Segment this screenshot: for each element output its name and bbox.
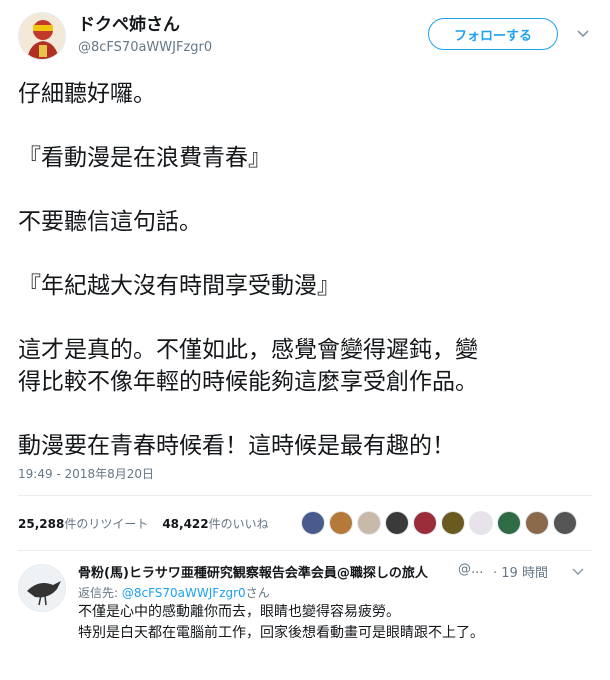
follow-button[interactable]: フォローする bbox=[428, 18, 558, 50]
chevron-down-icon[interactable] bbox=[574, 24, 592, 42]
liker-avatar[interactable] bbox=[552, 511, 577, 535]
tweet-paragraph: 動漫要在青春時候看！這時候是最有趣的！ bbox=[18, 433, 455, 459]
liker-avatar[interactable] bbox=[356, 511, 381, 535]
divider bbox=[18, 495, 592, 496]
liker-avatar[interactable] bbox=[300, 511, 325, 535]
reply-line: 不僅是心中的感動離你而去，眼睛也變得容易疲勞。 bbox=[78, 604, 400, 620]
liker-avatar[interactable] bbox=[468, 511, 493, 535]
liker-avatar[interactable] bbox=[412, 511, 437, 535]
reply-display-name[interactable]: 骨粉(馬)ヒラサワ亜種研究観察報告会準会員@職探しの旅人 bbox=[78, 562, 428, 581]
author-display-name[interactable]: ドクペ姉さん bbox=[78, 15, 212, 35]
reply-handle[interactable]: @... bbox=[458, 562, 483, 577]
author-names: ドクペ姉さん @8cFS70aWWJFzgr0 bbox=[78, 15, 212, 58]
like-stat[interactable]: 48,422件のいいね bbox=[162, 515, 268, 532]
author-handle[interactable]: @8cFS70aWWJFzgr0 bbox=[78, 38, 212, 58]
author-avatar[interactable] bbox=[18, 12, 66, 60]
reply-to-line: 返信先: @8cFS70aWWJFzgr0さん bbox=[78, 584, 270, 601]
tweet-text: 仔細聽好囉。 『看動漫是在浪費青春』 不要聽信這句話。 『年紀越大沒有時間享受動… bbox=[18, 78, 592, 462]
liker-avatar[interactable] bbox=[496, 511, 521, 535]
tweet-stats: 25,288件のリツイート 48,422件のいいね bbox=[18, 503, 592, 543]
reply-text: 不僅是心中的感動離你而去，眼睛也變得容易疲勞。 特別是白天都在電腦前工作，回家後… bbox=[78, 602, 592, 644]
liker-avatar[interactable] bbox=[328, 511, 353, 535]
like-label: 件のいいね bbox=[208, 516, 269, 531]
liker-avatars bbox=[300, 511, 581, 535]
reply-tweet[interactable]: 骨粉(馬)ヒラサワ亜種研究観察報告会準会員@職探しの旅人 @... · 19 時… bbox=[18, 558, 592, 658]
liker-avatar[interactable] bbox=[384, 511, 409, 535]
tweet-paragraph: 不要聽信這句話。 bbox=[18, 209, 202, 235]
tweet-header: ドクペ姉さん @8cFS70aWWJFzgr0 フォローする bbox=[18, 12, 592, 62]
liker-avatar[interactable] bbox=[524, 511, 549, 535]
reply-to-mention[interactable]: @8cFS70aWWJFzgr0 bbox=[122, 586, 246, 600]
liker-avatar[interactable] bbox=[440, 511, 465, 535]
reply-to-label: 返信先: bbox=[78, 586, 119, 600]
tweet-paragraph: 『看動漫是在浪費青春』 bbox=[18, 145, 271, 171]
retweet-stat[interactable]: 25,288件のリツイート bbox=[18, 515, 148, 532]
reply-time[interactable]: · 19 時間 bbox=[493, 562, 548, 581]
reply-header: 骨粉(馬)ヒラサワ亜種研究観察報告会準会員@職探しの旅人 @... · 19 時… bbox=[78, 562, 592, 581]
divider bbox=[18, 550, 592, 551]
tweet-timestamp[interactable]: 19:49 - 2018年8月20日 bbox=[18, 465, 154, 482]
retweet-count: 25,288 bbox=[18, 516, 65, 531]
chevron-down-icon[interactable] bbox=[570, 563, 586, 579]
retweet-label: 件のリツイート bbox=[64, 516, 149, 531]
tweet-paragraph: 『年紀越大沒有時間享受動漫』 bbox=[18, 273, 340, 299]
tweet-paragraph: 這才是真的。不僅如此，感覺會變得遲鈍，變 得比較不像年輕的時候能夠這麼享受創作品… bbox=[18, 337, 478, 395]
reply-to-suffix: さん bbox=[245, 586, 270, 600]
tweet-paragraph: 仔細聽好囉。 bbox=[18, 81, 156, 107]
reply-line: 特別是白天都在電腦前工作，回家後想看動畫可是眼睛跟不上了。 bbox=[78, 625, 484, 641]
like-count: 48,422 bbox=[162, 516, 209, 531]
reply-avatar[interactable] bbox=[18, 564, 66, 612]
